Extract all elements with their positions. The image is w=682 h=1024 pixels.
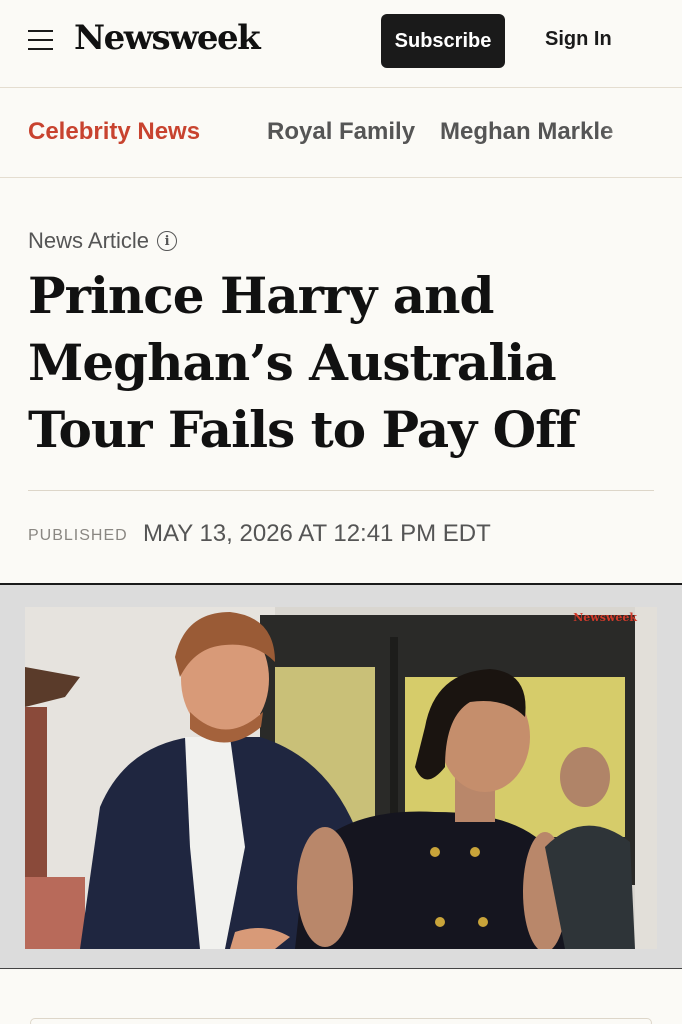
article-type: News Article i bbox=[28, 228, 178, 254]
sign-in-button[interactable]: Sign In bbox=[545, 28, 612, 51]
site-header: Newsweek Subscribe Sign In bbox=[0, 0, 682, 88]
article-media: Newsweek bbox=[0, 583, 682, 969]
published-label: PUBLISHED bbox=[28, 527, 128, 544]
photo-illustration bbox=[25, 607, 657, 949]
article-headline: Prince Harry and Meghan’s Australia Tour… bbox=[28, 266, 577, 459]
article-type-label: News Article bbox=[28, 228, 150, 253]
nav-fade-overlay bbox=[602, 89, 682, 177]
hamburger-menu-icon[interactable] bbox=[28, 30, 53, 50]
site-logo[interactable]: Newsweek bbox=[74, 18, 261, 58]
category-nav-item-celebrity-news[interactable]: Celebrity News bbox=[28, 118, 200, 146]
next-section-card bbox=[30, 1018, 652, 1024]
category-nav-item-royal-family[interactable]: Royal Family bbox=[267, 118, 415, 146]
category-nav-item-meghan-markle[interactable]: Meghan Markle bbox=[440, 118, 613, 146]
info-icon[interactable]: i bbox=[157, 231, 178, 251]
photo-watermark: Newsweek bbox=[573, 611, 637, 624]
header-divider bbox=[28, 490, 654, 491]
article-photo[interactable]: Newsweek bbox=[25, 607, 657, 949]
category-nav: Celebrity News Royal Family Meghan Markl… bbox=[0, 89, 682, 178]
published-date: MAY 13, 2026 AT 12:41 PM EDT bbox=[143, 520, 491, 547]
subscribe-button[interactable]: Subscribe bbox=[381, 14, 505, 68]
